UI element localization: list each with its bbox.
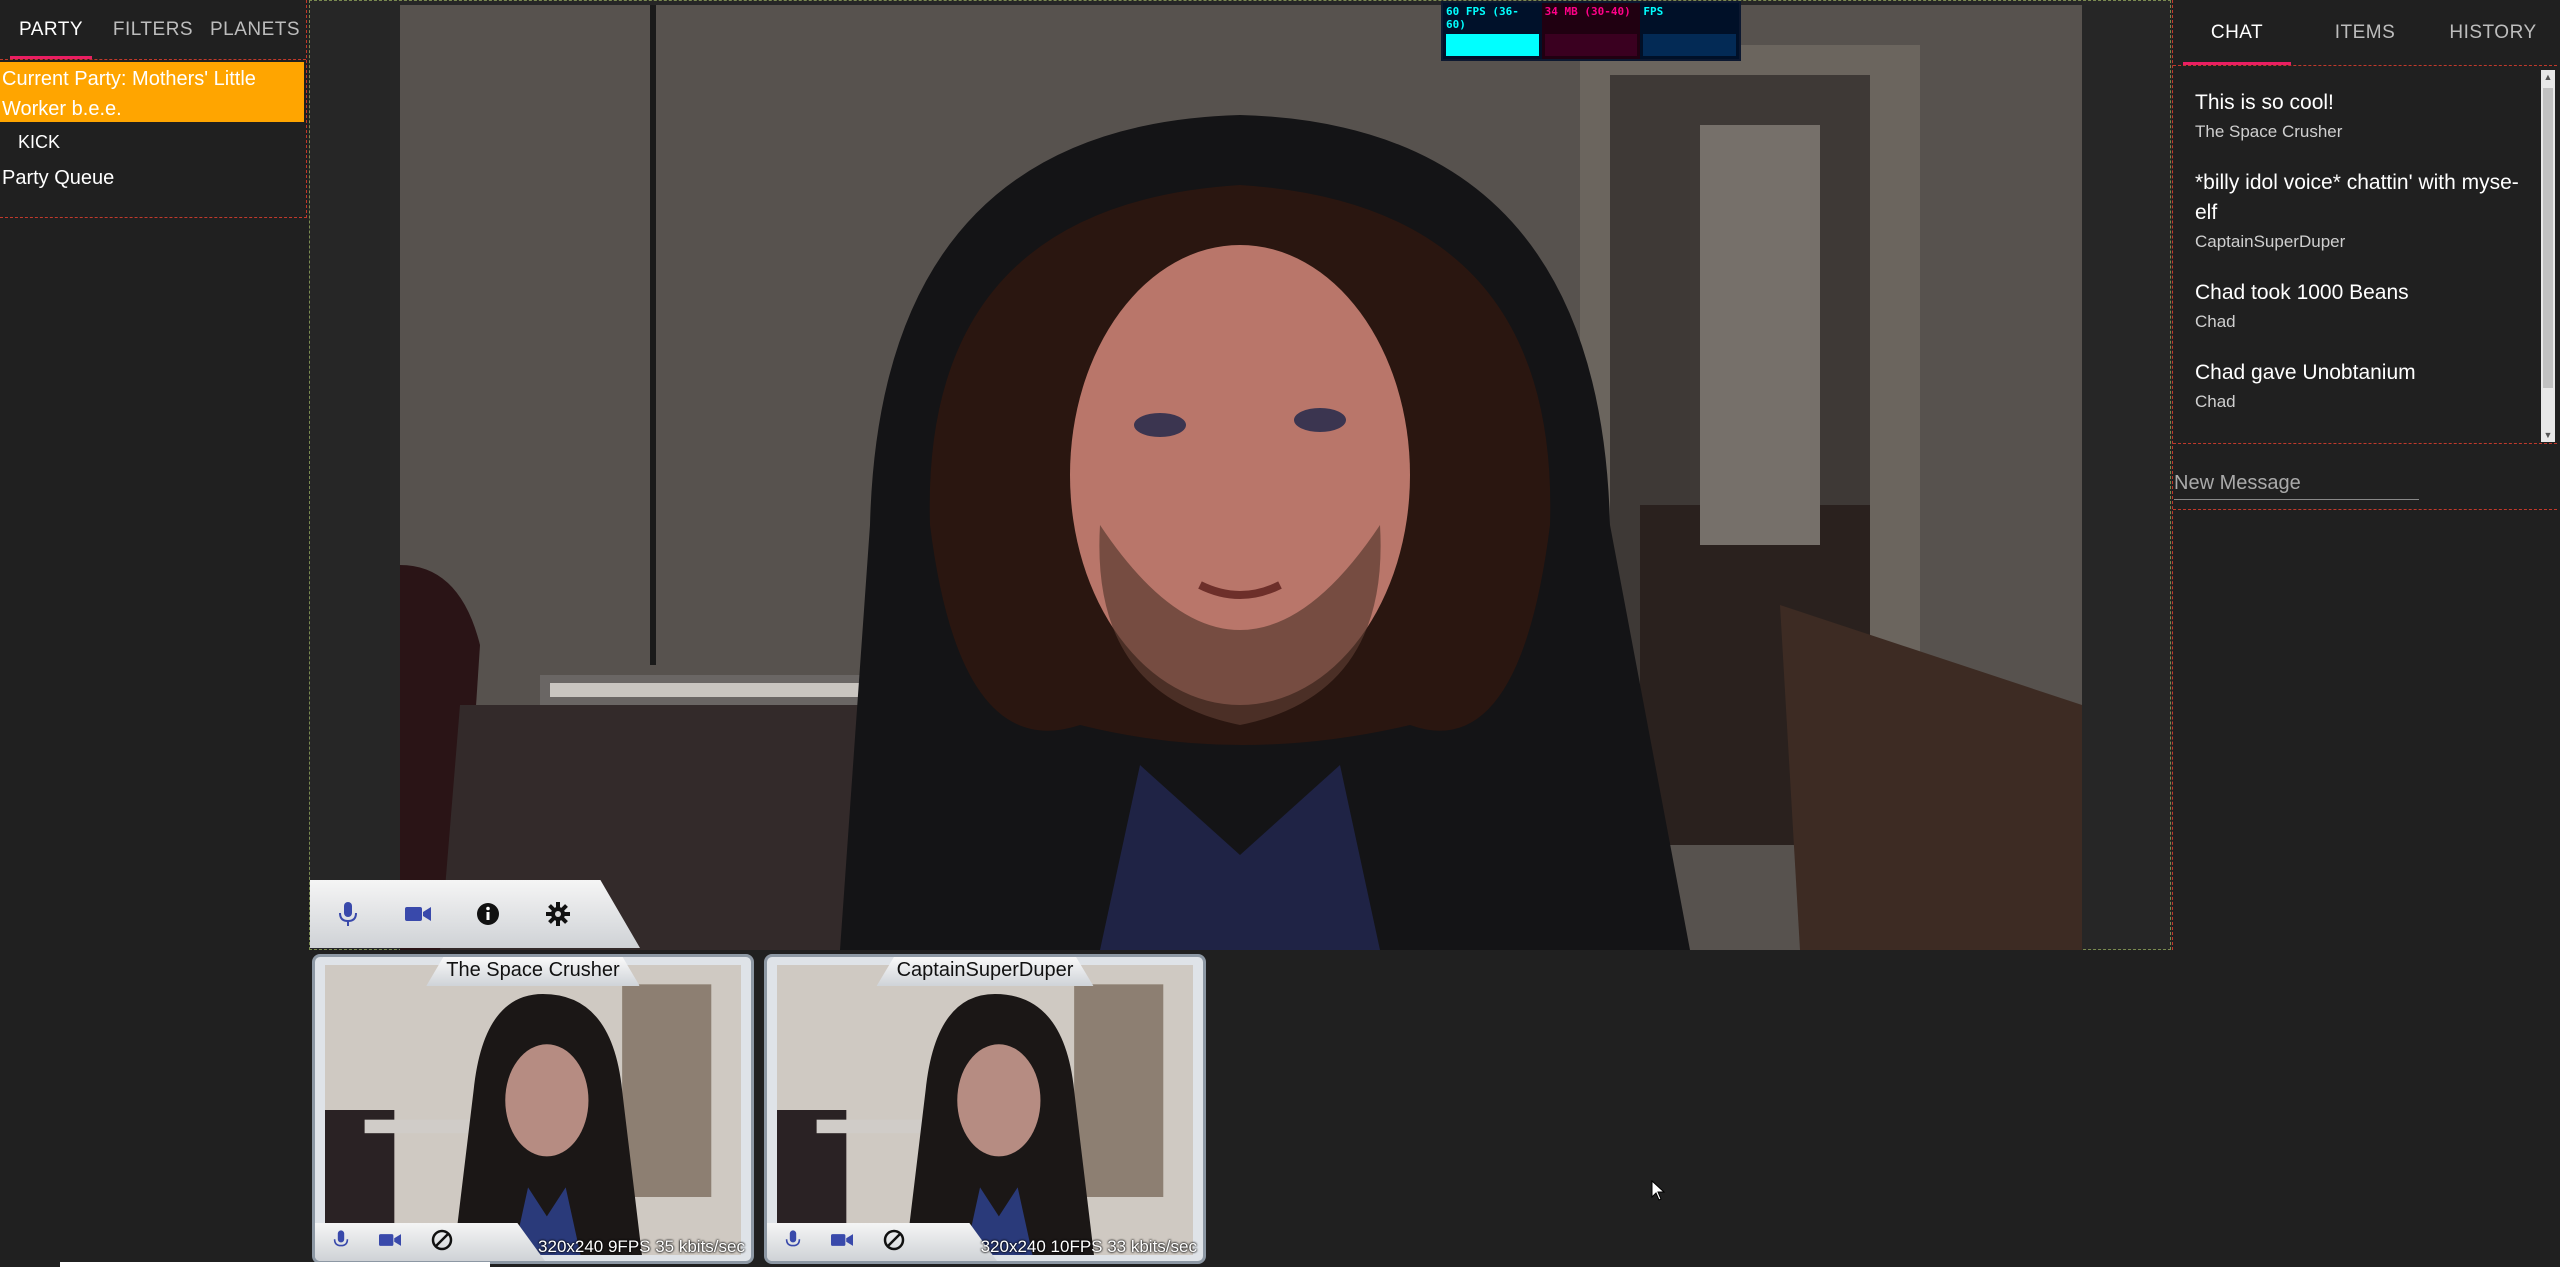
message-list[interactable]: This is so cool! The Space Crusher *bill… <box>2173 66 2557 444</box>
settings-icon[interactable] <box>542 898 574 930</box>
message-author: Chad <box>2195 312 2236 331</box>
tab-items[interactable]: ITEMS <box>2301 0 2429 65</box>
scroll-up-icon[interactable]: ▲ <box>2541 70 2555 84</box>
video-frame-image <box>400 5 2082 950</box>
message-author: The Space Crusher <box>2195 122 2343 141</box>
mic-icon[interactable] <box>333 1229 349 1256</box>
chat-scrollbar[interactable]: ▲ ▼ <box>2541 70 2555 442</box>
participant-tile[interactable]: CaptainSuperDuper 320x240 10FPS 33 kbits… <box>764 954 1206 1264</box>
scroll-down-icon[interactable]: ▼ <box>2541 428 2555 442</box>
mic-icon[interactable] <box>785 1229 801 1256</box>
tab-filters[interactable]: FILTERS <box>102 0 204 59</box>
info-icon[interactable] <box>472 898 504 930</box>
camera-icon[interactable] <box>402 898 434 930</box>
main-video-feed <box>400 5 2082 950</box>
tab-history[interactable]: HISTORY <box>2429 0 2557 65</box>
participant-video <box>777 965 1193 1255</box>
chat-message: Chad gave Unobtanium Chad <box>2195 358 2527 412</box>
message-author: Chad <box>2195 392 2236 411</box>
mouse-pointer-icon <box>1651 1179 1667 1207</box>
participant-video <box>325 965 741 1255</box>
message-text: *billy idol voice* chattin' with myse-el… <box>2195 171 2519 224</box>
memory-label: 34 MB (30-40) <box>1544 5 1631 18</box>
current-party-label[interactable]: Current Party: Mothers' Little Worker b.… <box>0 62 304 122</box>
fps-graph <box>1446 34 1539 56</box>
new-message-input[interactable] <box>2174 468 2419 500</box>
fps-label: 60 FPS (36-60) <box>1446 5 1519 31</box>
participant-video-image <box>777 965 1193 1255</box>
tab-planets[interactable]: PLANETS <box>204 0 306 59</box>
page-scrollbar[interactable] <box>60 1262 490 1267</box>
memory-meter: 34 MB (30-40) <box>1541 3 1641 59</box>
camera-icon[interactable] <box>831 1232 853 1253</box>
chat-panel: CHAT ITEMS HISTORY This is so cool! The … <box>2172 0 2557 950</box>
right-tab-bar: CHAT ITEMS HISTORY <box>2173 0 2557 66</box>
mic-icon[interactable] <box>332 898 364 930</box>
message-text: This is so cool! <box>2195 91 2334 114</box>
performance-monitor[interactable]: 60 FPS (36-60) 34 MB (30-40) FPS <box>1441 1 1741 61</box>
frame-graph <box>1643 34 1737 56</box>
main-control-bar <box>310 880 640 948</box>
left-tab-bar: PARTY FILTERS PLANETS <box>0 0 306 60</box>
chat-message: *billy idol voice* chattin' with myse-el… <box>2195 168 2527 252</box>
message-text: Chad gave Unobtanium <box>2195 361 2416 384</box>
tab-chat[interactable]: CHAT <box>2173 0 2301 65</box>
kick-button[interactable]: KICK <box>0 122 78 163</box>
participant-controls <box>767 1223 997 1261</box>
memory-graph <box>1544 34 1638 56</box>
stream-stats: 320x240 10FPS 33 kbits/sec <box>980 1237 1197 1256</box>
message-author: CaptainSuperDuper <box>2195 232 2346 251</box>
participant-name: CaptainSuperDuper <box>876 957 1094 986</box>
chat-box: CHAT ITEMS HISTORY This is so cool! The … <box>2173 0 2557 510</box>
party-queue-label[interactable]: Party Queue <box>0 163 306 194</box>
participant-controls <box>315 1223 545 1261</box>
stream-stats: 320x240 9FPS 35 kbits/sec <box>538 1237 745 1256</box>
message-text: Chad took 1000 Beans <box>2195 281 2409 304</box>
frame-meter: FPS <box>1640 3 1740 59</box>
party-panel: PARTY FILTERS PLANETS Current Party: Mot… <box>0 0 307 218</box>
camera-icon[interactable] <box>379 1232 401 1253</box>
chat-message: Chad took 1000 Beans Chad <box>2195 278 2527 332</box>
chat-message: This is so cool! The Space Crusher <box>2195 88 2527 142</box>
participant-name: The Space Crusher <box>426 957 640 986</box>
scrollbar-thumb[interactable] <box>2543 88 2553 388</box>
tab-party[interactable]: PARTY <box>0 0 102 59</box>
main-stage: 60 FPS (36-60) 34 MB (30-40) FPS <box>309 0 2171 950</box>
fps-meter: 60 FPS (36-60) <box>1443 3 1542 59</box>
frame-label: FPS <box>1643 5 1664 18</box>
participant-video-image <box>325 965 741 1255</box>
block-icon[interactable] <box>431 1229 453 1256</box>
participant-tile[interactable]: The Space Crusher 320x240 9FPS 35 kbits/… <box>312 954 754 1264</box>
block-icon[interactable] <box>883 1229 905 1256</box>
